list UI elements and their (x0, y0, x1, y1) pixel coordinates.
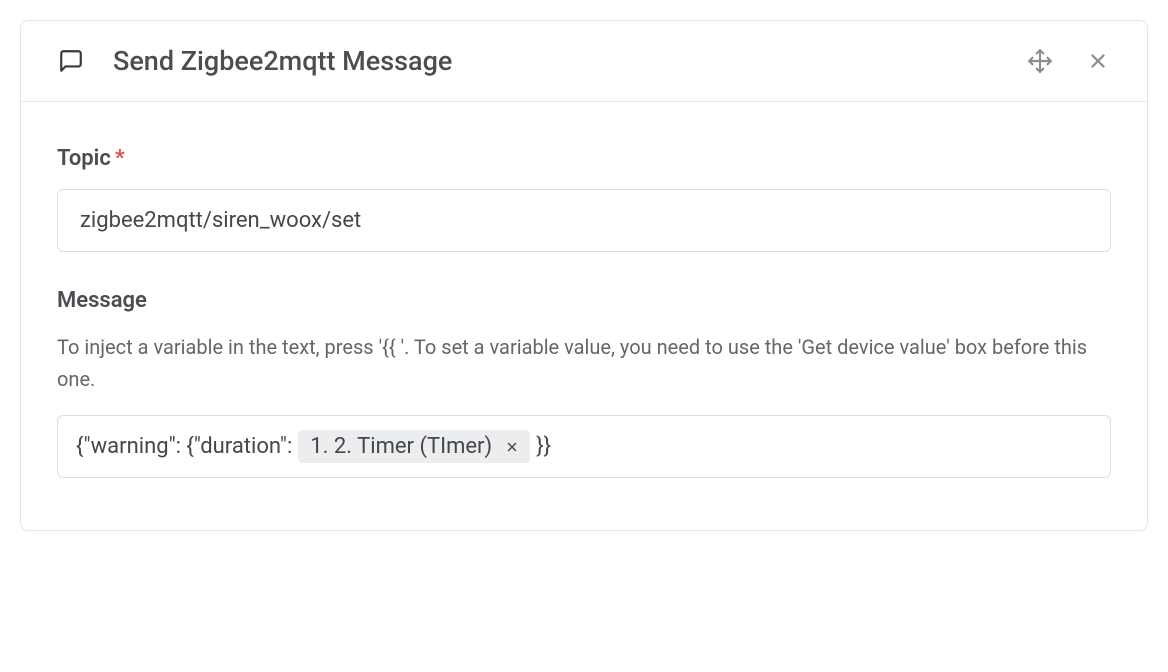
chat-icon (57, 47, 85, 75)
message-label: Message (57, 288, 1111, 313)
topic-label: Topic* (57, 146, 1111, 171)
topic-label-text: Topic (57, 146, 111, 171)
message-help-text: To inject a variable in the text, press … (57, 331, 1111, 395)
close-icon[interactable] (1085, 48, 1111, 74)
variable-chip[interactable]: 1. 2. Timer (TImer) (298, 430, 530, 463)
message-suffix-text: }} (536, 434, 551, 459)
message-input[interactable]: {"warning": {"duration": 1. 2. Timer (TI… (57, 415, 1111, 478)
message-card: Send Zigbee2mqtt Message (20, 20, 1148, 531)
message-field-group: Message To inject a variable in the text… (57, 288, 1111, 478)
topic-input[interactable] (57, 189, 1111, 252)
topic-field-group: Topic* (57, 146, 1111, 252)
card-header: Send Zigbee2mqtt Message (21, 21, 1147, 102)
message-prefix-text: {"warning": {"duration": (76, 434, 292, 459)
required-star: * (115, 146, 125, 171)
card-title: Send Zigbee2mqtt Message (113, 45, 1027, 77)
move-icon[interactable] (1027, 48, 1053, 74)
variable-chip-label: 1. 2. Timer (TImer) (310, 434, 492, 459)
header-actions (1027, 48, 1111, 74)
card-body: Topic* Message To inject a variable in t… (21, 102, 1147, 530)
chip-remove-icon[interactable] (502, 437, 522, 457)
